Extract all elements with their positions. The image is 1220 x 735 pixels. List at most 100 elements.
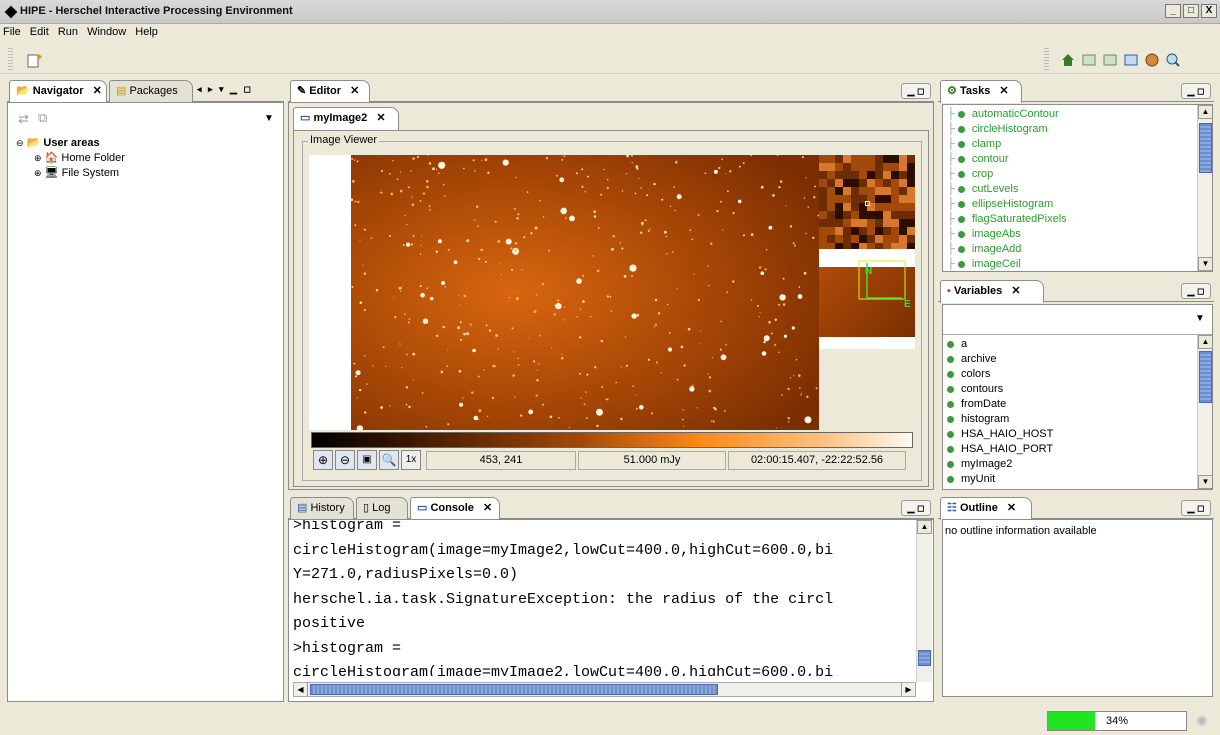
variable-item[interactable]: histogram <box>947 412 1197 427</box>
task-item[interactable]: ├ contour <box>947 152 1197 167</box>
scroll-up-icon[interactable]: ▲ <box>917 520 932 534</box>
task-item[interactable]: ├ clamp <box>947 137 1197 152</box>
menu-edit[interactable]: Edit <box>27 24 52 40</box>
task-item[interactable]: ├ imageAdd <box>947 242 1197 257</box>
close-icon[interactable]: ✕ <box>483 502 492 514</box>
expand-icon[interactable]: ⊕ <box>34 153 42 163</box>
variable-item[interactable]: archive <box>947 352 1197 367</box>
close-icon[interactable]: ✕ <box>999 85 1008 97</box>
tree-item-home-folder[interactable]: ⊕ 🏠 Home Folder <box>16 151 276 166</box>
console-output[interactable]: >histogram = circleHistogram(image=myImag… <box>293 520 913 676</box>
star <box>582 300 585 303</box>
menu-run[interactable]: Run <box>55 24 81 40</box>
task-item[interactable]: ├ cutLevels <box>947 182 1197 197</box>
scroll-right-icon[interactable]: ▶ <box>901 683 915 696</box>
tab-editor[interactable]: ✎ Editor ✕ <box>290 80 370 103</box>
editor-minmax[interactable]: ▁ ◻ <box>901 83 931 99</box>
zoom-search-icon[interactable]: 🔍 <box>379 450 399 470</box>
variable-item[interactable]: fromDate <box>947 397 1197 412</box>
new-file-icon[interactable]: ✦ <box>26 52 44 68</box>
task-item[interactable]: ├ automaticContour <box>947 107 1197 122</box>
menu-window[interactable]: Window <box>84 24 129 40</box>
home-icon[interactable] <box>1060 52 1076 68</box>
tab-history-label: History <box>310 502 345 514</box>
tree-item-file-system[interactable]: ⊕ 🖥 File System <box>16 166 276 181</box>
tab-console[interactable]: ▭ Console ✕ <box>410 497 500 520</box>
scroll-thumb[interactable] <box>918 650 931 666</box>
menu-help[interactable]: Help <box>132 24 161 40</box>
scroll-thumb[interactable] <box>1199 123 1212 173</box>
scroll-thumb[interactable] <box>1199 351 1212 403</box>
tab-log[interactable]: ▯ Log <box>356 497 408 519</box>
collapse-icon[interactable]: ⊖ <box>16 138 24 148</box>
scroll-down-icon[interactable]: ▼ <box>1198 257 1212 271</box>
zoom-pixel <box>827 187 835 195</box>
maximize-button[interactable]: □ <box>1183 4 1199 18</box>
console-vscrollbar[interactable]: ▲ <box>916 520 932 682</box>
view-menu-chevron-icon[interactable]: ▼ <box>1195 313 1205 324</box>
task-item[interactable]: ├ circleHistogram <box>947 122 1197 137</box>
view-menu-chevron-icon[interactable]: ▼ <box>264 113 274 124</box>
variables-minmax[interactable]: ▁ ◻ <box>1181 283 1211 299</box>
variable-item[interactable]: myUnit <box>947 472 1197 487</box>
variables-scrollbar[interactable]: ▲ ▼ <box>1197 335 1212 489</box>
close-icon[interactable]: ✕ <box>93 85 102 97</box>
task-item[interactable]: ├ flagSaturatedPixels <box>947 212 1197 227</box>
zoom-pixel <box>851 211 859 219</box>
tab-outline[interactable]: ☷ Outline ✕ <box>940 497 1032 520</box>
close-button[interactable]: X <box>1201 4 1217 18</box>
variable-item[interactable]: contours <box>947 382 1197 397</box>
tab-navigator[interactable]: 📂 Navigator ✕ <box>9 80 107 103</box>
close-icon[interactable]: ✕ <box>376 112 385 124</box>
astronomy-image[interactable] <box>351 155 819 430</box>
close-icon[interactable]: ✕ <box>1007 502 1016 514</box>
colorbar[interactable] <box>311 432 913 448</box>
search-icon[interactable] <box>1165 52 1181 68</box>
zoom-in-icon[interactable]: ⊕ <box>313 450 333 470</box>
log-icon: ▯ <box>363 502 370 514</box>
copy-icon[interactable]: ⧉ <box>38 110 47 126</box>
task-item[interactable]: ├ imageCeil <box>947 257 1197 271</box>
task-item[interactable]: ├ ellipseHistogram <box>947 197 1197 212</box>
tab-tasks[interactable]: ⚙ Tasks ✕ <box>940 80 1022 103</box>
console-hscrollbar[interactable]: ◀ ▶ <box>293 682 916 697</box>
console-minmax[interactable]: ▁ ◻ <box>901 500 931 516</box>
expand-icon[interactable]: ⊕ <box>34 168 42 178</box>
zoom-1x-button[interactable]: 1x <box>401 450 421 470</box>
scroll-up-icon[interactable]: ▲ <box>1198 335 1212 349</box>
tab-variables[interactable]: ▪ Variables ✕ <box>940 280 1044 303</box>
close-icon[interactable]: ✕ <box>1011 285 1020 297</box>
zoom-out-icon[interactable]: ⊖ <box>335 450 355 470</box>
bullet-icon <box>947 445 954 453</box>
variable-item[interactable]: colors <box>947 367 1197 382</box>
scroll-left-icon[interactable]: ◀ <box>294 683 308 696</box>
tasks-minmax[interactable]: ▁ ◻ <box>1181 83 1211 99</box>
variable-item[interactable]: myImage2 <box>947 457 1197 472</box>
console-view[interactable]: >histogram = circleHistogram(image=myImag… <box>288 519 934 702</box>
variable-item[interactable]: a <box>947 337 1197 352</box>
close-icon[interactable]: ✕ <box>350 85 359 97</box>
hscroll-thumb[interactable] <box>310 684 718 695</box>
task-item[interactable]: ├ imageAbs <box>947 227 1197 242</box>
menu-file[interactable]: File <box>0 24 24 40</box>
tab-myimage2[interactable]: ▭ myImage2 ✕ <box>293 107 399 130</box>
globe-icon[interactable] <box>1144 52 1160 68</box>
perspective-1-icon[interactable] <box>1081 52 1097 68</box>
tree-item-user-areas[interactable]: ⊖ 📂 User areas <box>16 136 276 151</box>
zoom-pixel <box>819 179 827 187</box>
window-icon[interactable] <box>1123 52 1139 68</box>
tab-history[interactable]: ▤ History <box>290 497 354 519</box>
variable-item[interactable]: HSA_HAIO_PORT <box>947 442 1197 457</box>
scroll-up-icon[interactable]: ▲ <box>1198 105 1212 119</box>
variable-item[interactable]: HSA_HAIO_HOST <box>947 427 1197 442</box>
minimize-button[interactable]: _ <box>1165 4 1181 18</box>
perspective-2-icon[interactable] <box>1102 52 1118 68</box>
sync-icon[interactable]: ⇄ <box>18 111 29 127</box>
scroll-down-icon[interactable]: ▼ <box>1198 475 1212 489</box>
outline-minmax[interactable]: ▁ ◻ <box>1181 500 1211 516</box>
tasks-scrollbar[interactable]: ▲ ▼ <box>1197 105 1212 271</box>
tab-packages[interactable]: ▤ Packages <box>109 80 193 102</box>
task-item[interactable]: ├ crop <box>947 167 1197 182</box>
tab-overflow-controls[interactable]: ◂ ▸ ▾ ▁ ◻ <box>197 84 253 95</box>
zoom-fit-icon[interactable]: ▣ <box>357 450 377 470</box>
